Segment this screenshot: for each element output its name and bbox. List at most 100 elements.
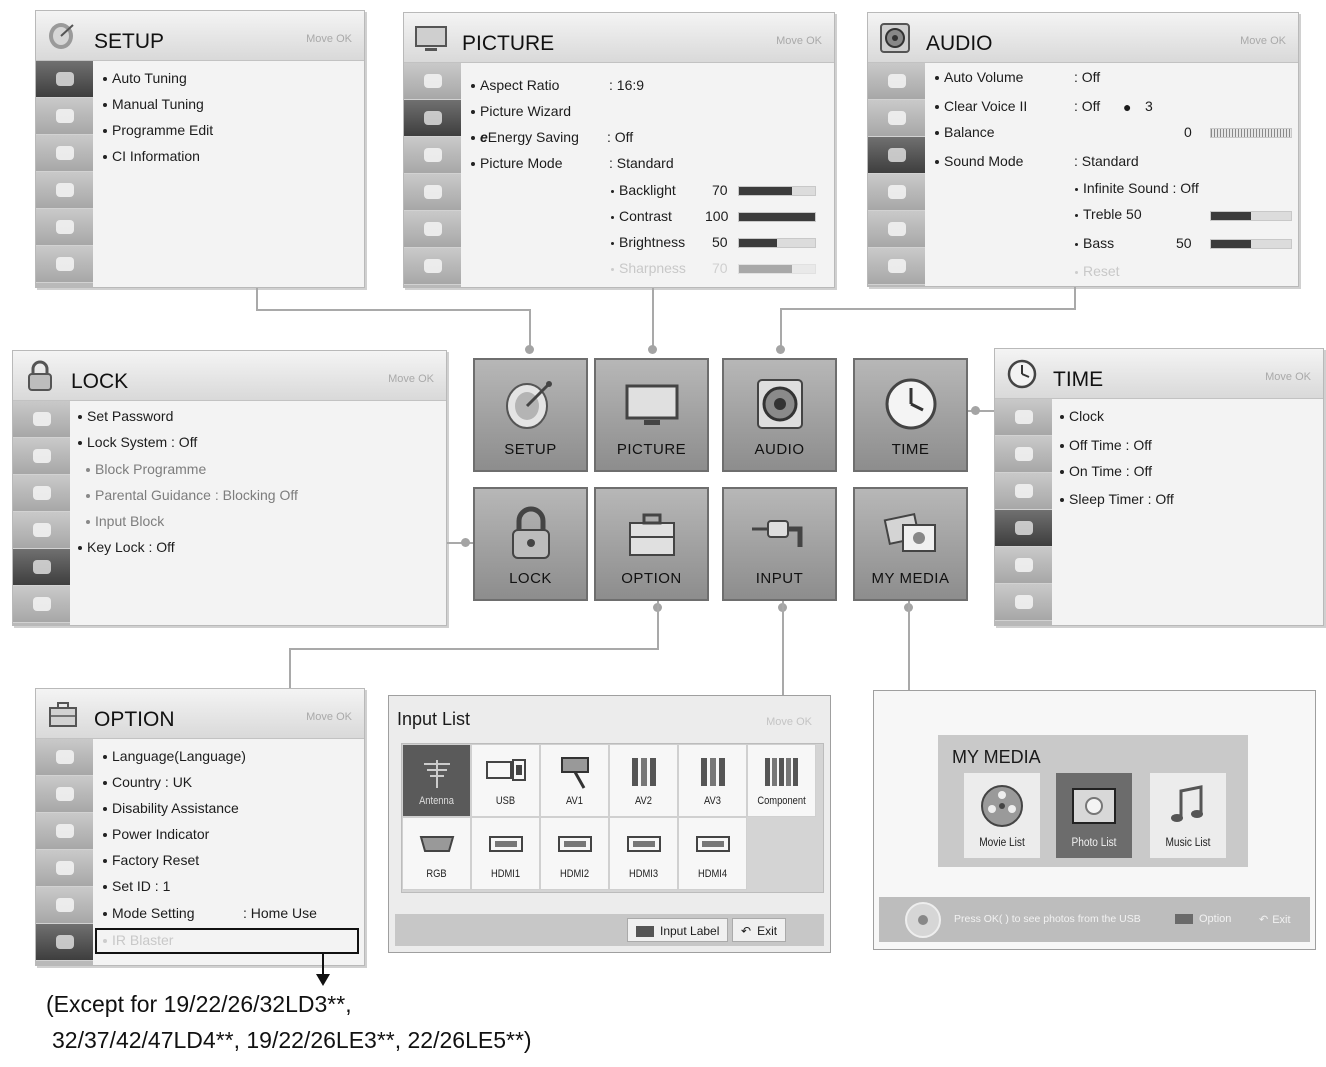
side-setup-icon[interactable] (13, 401, 70, 438)
time-item-off-time[interactable]: Off Time : Off (1060, 437, 1152, 453)
side-time-icon[interactable] (36, 172, 93, 209)
tile-picture[interactable]: PICTURE (594, 358, 709, 472)
option-item-factory-reset[interactable]: Factory Reset (103, 852, 199, 868)
side-option-icon[interactable] (13, 586, 70, 623)
side-setup-icon[interactable] (36, 61, 93, 98)
side-audio-icon[interactable] (995, 473, 1052, 510)
my-media-exit-button[interactable]: ↶ Exit (1259, 913, 1291, 926)
input-label-button[interactable]: Input Label (627, 918, 729, 942)
side-audio-icon[interactable] (404, 137, 461, 174)
lock-item-set-password[interactable]: Set Password (78, 408, 173, 424)
lock-item-lock-system[interactable]: Lock System : Off (78, 434, 197, 450)
tile-lock[interactable]: LOCK (473, 487, 588, 601)
side-option-icon[interactable] (404, 248, 461, 285)
side-picture-icon[interactable] (36, 776, 93, 813)
side-lock-icon[interactable] (36, 209, 93, 246)
picture-item-energy-saving[interactable]: eEnergy Saving (471, 129, 579, 145)
picture-sub-brightness[interactable]: Brightness (611, 234, 685, 250)
setup-item-auto-tuning[interactable]: Auto Tuning (103, 70, 187, 86)
source-rgb[interactable]: RGB (402, 817, 471, 890)
source-hdmi3[interactable]: HDMI3 (609, 817, 678, 890)
side-setup-icon[interactable] (404, 63, 461, 100)
side-lock-icon[interactable] (13, 549, 70, 586)
side-lock-icon[interactable] (868, 211, 925, 248)
side-time-icon[interactable] (404, 174, 461, 211)
music-list-item[interactable]: Music List (1150, 773, 1226, 858)
audio-sub-reset[interactable]: Reset (1075, 263, 1120, 279)
setup-item-manual-tuning[interactable]: Manual Tuning (103, 96, 204, 112)
source-hdmi4[interactable]: HDMI4 (678, 817, 747, 890)
side-lock-icon[interactable] (995, 547, 1052, 584)
tile-audio[interactable]: AUDIO (722, 358, 837, 472)
picture-sub-sharpness[interactable]: Sharpness (611, 260, 686, 276)
side-option-icon[interactable] (868, 248, 925, 285)
sharpness-bar[interactable] (738, 264, 816, 274)
tile-my-media[interactable]: MY MEDIA (853, 487, 968, 601)
bass-bar[interactable] (1210, 239, 1292, 249)
movie-list-item[interactable]: Movie List (964, 773, 1040, 858)
audio-item-balance[interactable]: Balance (935, 124, 995, 140)
side-option-icon[interactable] (36, 246, 93, 283)
tile-setup[interactable]: SETUP (473, 358, 588, 472)
side-picture-icon[interactable] (404, 100, 461, 137)
balance-bar[interactable] (1210, 128, 1292, 138)
lock-item-block-programme[interactable]: Block Programme (86, 461, 206, 477)
tile-option[interactable]: OPTION (594, 487, 709, 601)
lock-item-key-lock[interactable]: Key Lock : Off (78, 539, 175, 555)
tile-time[interactable]: TIME (853, 358, 968, 472)
audio-sub-treble[interactable]: Treble 50 (1075, 206, 1142, 222)
side-audio-icon[interactable] (36, 135, 93, 172)
source-hdmi2[interactable]: HDMI2 (540, 817, 609, 890)
side-time-icon[interactable] (13, 512, 70, 549)
source-av2[interactable]: AV2 (609, 744, 678, 817)
source-usb[interactable]: USB (471, 744, 540, 817)
option-item-language[interactable]: Language(Language) (103, 748, 246, 764)
lock-item-input-block[interactable]: Input Block (86, 513, 164, 529)
side-audio-icon[interactable] (13, 475, 70, 512)
source-antenna[interactable]: Antenna (402, 744, 471, 817)
contrast-bar[interactable] (738, 212, 816, 222)
time-item-on-time[interactable]: On Time : Off (1060, 463, 1152, 479)
side-picture-icon[interactable] (36, 98, 93, 135)
audio-sub-bass[interactable]: Bass (1075, 235, 1114, 251)
side-picture-icon[interactable] (995, 436, 1052, 473)
audio-sub-infinite-sound[interactable]: Infinite Sound : Off (1075, 180, 1199, 196)
source-hdmi1[interactable]: HDMI1 (471, 817, 540, 890)
side-audio-icon[interactable] (36, 813, 93, 850)
audio-item-auto-volume[interactable]: Auto Volume (935, 69, 1023, 85)
side-option-icon[interactable] (36, 924, 93, 961)
option-item-mode-setting[interactable]: Mode Setting (103, 905, 195, 921)
option-item-power-indicator[interactable]: Power Indicator (103, 826, 209, 842)
side-option-icon[interactable] (995, 584, 1052, 621)
my-media-option-button[interactable]: Option (1175, 913, 1231, 925)
side-setup-icon[interactable] (36, 739, 93, 776)
time-item-sleep-timer[interactable]: Sleep Timer : Off (1060, 491, 1174, 507)
side-setup-icon[interactable] (995, 399, 1052, 436)
treble-bar[interactable] (1210, 211, 1292, 221)
picture-sub-contrast[interactable]: Contrast (611, 208, 672, 224)
side-setup-icon[interactable] (868, 63, 925, 100)
side-picture-icon[interactable] (868, 100, 925, 137)
side-time-icon[interactable] (995, 510, 1052, 547)
source-av1[interactable]: AV1 (540, 744, 609, 817)
side-time-icon[interactable] (868, 174, 925, 211)
tile-input[interactable]: INPUT (722, 487, 837, 601)
audio-item-clear-voice[interactable]: Clear Voice II (935, 98, 1027, 114)
input-list-exit-button[interactable]: ↶ Exit (732, 918, 787, 942)
picture-item-aspect-ratio[interactable]: Aspect Ratio (471, 77, 559, 93)
time-item-clock[interactable]: Clock (1060, 408, 1104, 424)
side-picture-icon[interactable] (13, 438, 70, 475)
picture-item-picture-wizard[interactable]: Picture Wizard (471, 103, 571, 119)
side-audio-icon[interactable] (868, 137, 925, 174)
brightness-bar[interactable] (738, 238, 816, 248)
backlight-bar[interactable] (738, 186, 816, 196)
side-lock-icon[interactable] (36, 887, 93, 924)
picture-sub-backlight[interactable]: Backlight (611, 182, 676, 198)
side-lock-icon[interactable] (404, 211, 461, 248)
setup-item-ci-information[interactable]: CI Information (103, 148, 200, 164)
picture-item-picture-mode[interactable]: Picture Mode (471, 155, 562, 171)
setup-item-programme-edit[interactable]: Programme Edit (103, 122, 213, 138)
option-item-set-id[interactable]: Set ID : 1 (103, 878, 170, 894)
lock-item-parental-guidance[interactable]: Parental Guidance : Blocking Off (86, 487, 298, 503)
option-item-disability-assistance[interactable]: Disability Assistance (103, 800, 239, 816)
